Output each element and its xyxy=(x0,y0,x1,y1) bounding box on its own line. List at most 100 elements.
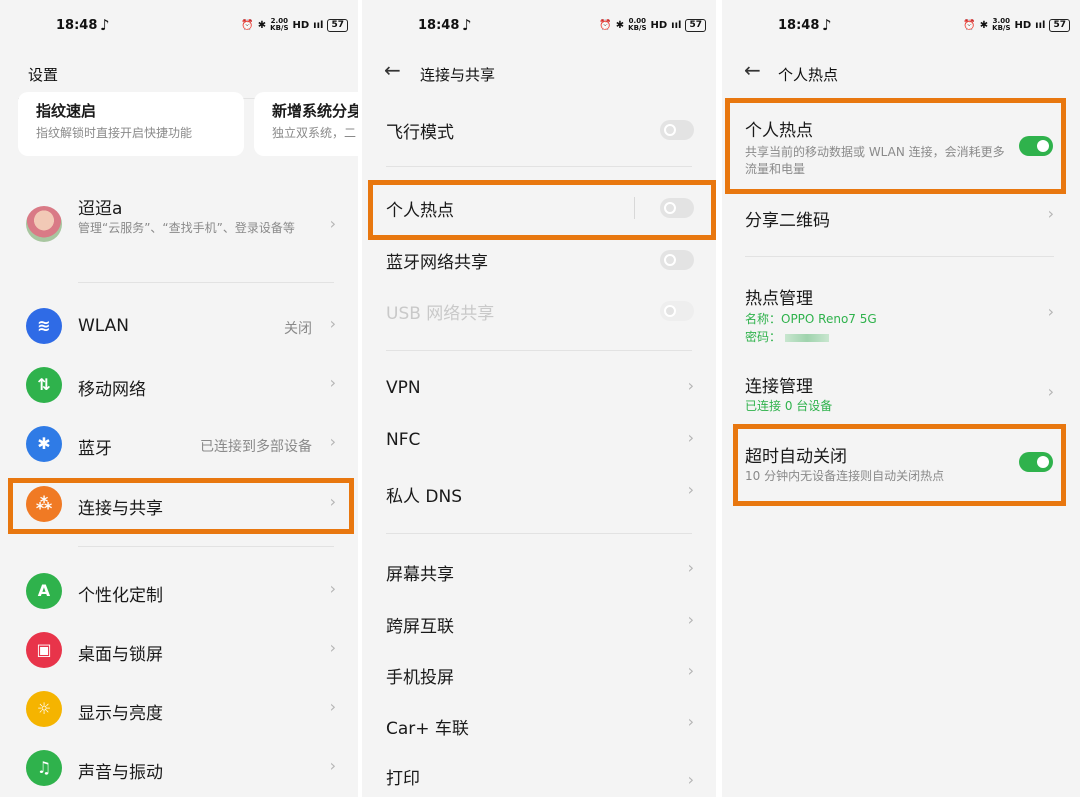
list-item-car-connect[interactable]: Car+ 车联 › xyxy=(362,708,716,744)
settings-item-bluetooth[interactable]: ✱ 蓝牙 已连接到多部设备 › xyxy=(0,426,358,466)
item-label: NFC xyxy=(386,430,421,450)
chevron-right-icon: › xyxy=(329,314,336,333)
page-title: 连接与共享 xyxy=(420,66,496,84)
item-label: 热点管理 xyxy=(745,289,813,309)
list-item-screen-cast[interactable]: 手机投屏 › xyxy=(362,657,716,693)
alarm-icon: ⏰ xyxy=(963,19,976,31)
divider xyxy=(386,533,692,534)
hd-icon: HD xyxy=(1014,19,1032,31)
chevron-right-icon: › xyxy=(687,712,694,731)
item-desc: 10 分钟内无设备连接则自动关闭热点 xyxy=(745,469,945,483)
item-label: 声音与振动 xyxy=(78,763,163,783)
item-label: 跨屏互联 xyxy=(386,617,454,637)
net-speed: 2.00 KB/S xyxy=(270,17,289,32)
chevron-right-icon: › xyxy=(329,373,336,392)
quick-card-dual-system[interactable]: 新增系统分身 独立双系统，二 xyxy=(254,92,358,156)
wifi-icon: ≋ xyxy=(26,308,62,344)
status-bar: 18:48 ♪ ⏰ ✱ 3.00 KB/S HD ııl 57 xyxy=(722,16,1080,38)
connection-manage-row[interactable]: 连接管理 已连接 0 台设备 › xyxy=(722,370,1080,420)
chevron-right-icon: › xyxy=(329,579,336,598)
hotspot-toggle[interactable] xyxy=(660,198,694,218)
qr-share-row[interactable]: 分享二维码 › xyxy=(722,202,1080,238)
alarm-icon: ⏰ xyxy=(241,19,254,31)
personalize-icon: A xyxy=(26,573,62,609)
quick-card-fingerprint[interactable]: 指纹速启 指纹解锁时直接开启快捷功能 xyxy=(18,92,244,156)
hotspot-password: 密码： xyxy=(745,329,830,346)
toggle-row-airplane[interactable]: 飞行模式 xyxy=(362,112,716,148)
usb-tethering-toggle xyxy=(660,301,694,321)
status-icons: ⏰ ✱ 2.00 KB/S HD ııl 57 xyxy=(241,18,348,32)
net-speed: 0.00 KB/S xyxy=(628,17,647,32)
list-item-nfc[interactable]: NFC › xyxy=(362,424,716,460)
status-bar: 18:48 ♪ ⏰ ✱ 0.00 KB/S HD ııl 57 xyxy=(362,16,716,38)
divider xyxy=(78,546,334,547)
brightness-icon: ☼ xyxy=(26,691,62,727)
settings-item-wlan[interactable]: ≋ WLAN 关闭 › xyxy=(0,308,358,348)
sound-icon: ♫ xyxy=(26,750,62,786)
list-item-screen-share[interactable]: 屏幕共享 › xyxy=(362,554,716,590)
airplane-toggle[interactable] xyxy=(660,120,694,140)
bt-tethering-toggle[interactable] xyxy=(660,250,694,270)
settings-item-display[interactable]: ☼ 显示与亮度 › xyxy=(0,691,358,731)
list-item-cross-screen[interactable]: 跨屏互联 › xyxy=(362,606,716,642)
hotspot-toggle[interactable] xyxy=(1019,136,1053,156)
settings-item-connection-sharing[interactable]: ⁂ 连接与共享 › xyxy=(0,486,358,526)
account-row[interactable]: 迢迢a 管理“云服务”、“查找手机”、登录设备等 › xyxy=(0,192,358,264)
back-arrow-icon[interactable]: ← xyxy=(744,58,761,82)
settings-item-mobile[interactable]: ⇅ 移动网络 › xyxy=(0,367,358,407)
header: ← 连接与共享 xyxy=(362,58,716,88)
chevron-right-icon: › xyxy=(1047,382,1054,401)
auto-off-toggle[interactable] xyxy=(1019,452,1053,472)
status-time: 18:48 xyxy=(418,18,460,33)
item-label: 移动网络 xyxy=(78,380,146,400)
divider xyxy=(745,256,1054,257)
signal-icon: ııl xyxy=(313,19,324,31)
back-arrow-icon[interactable]: ← xyxy=(384,58,401,82)
item-label: 蓝牙网络共享 xyxy=(386,253,488,273)
music-note-icon: ♪ xyxy=(822,16,832,34)
status-icons: ⏰ ✱ 0.00 KB/S HD ııl 57 xyxy=(599,18,706,32)
chevron-right-icon: › xyxy=(1047,302,1054,321)
redacted-password xyxy=(785,333,830,342)
status-time: 18:48 xyxy=(778,18,820,33)
chevron-right-icon: › xyxy=(329,756,336,775)
list-item-vpn[interactable]: VPN › xyxy=(362,372,716,408)
item-label: 桌面与锁屏 xyxy=(78,645,163,665)
toggle-row-hotspot[interactable]: 个人热点 xyxy=(362,190,716,226)
toggle-row-usb-tethering: USB 网络共享 xyxy=(362,293,716,329)
signal-icon: ııl xyxy=(1035,19,1046,31)
settings-item-sound[interactable]: ♫ 声音与振动 › xyxy=(0,750,358,790)
chevron-right-icon: › xyxy=(329,492,336,511)
item-label: 个人热点 xyxy=(745,121,813,141)
hotspot-row[interactable]: 个人热点 共享当前的移动数据或 WLAN 连接，会消耗更多流量和电量 xyxy=(722,112,1080,184)
status-bar: 18:48 ♪ ⏰ ✱ 2.00 KB/S HD ııl 57 xyxy=(0,16,358,38)
hd-icon: HD xyxy=(650,19,668,31)
auto-off-row[interactable]: 超时自动关闭 10 分钟内无设备连接则自动关闭热点 xyxy=(722,440,1080,492)
list-item-private-dns[interactable]: 私人 DNS › xyxy=(362,476,716,512)
battery-icon: 57 xyxy=(1049,18,1070,32)
settings-header: 设置 xyxy=(0,58,358,88)
settings-item-personalize[interactable]: A 个性化定制 › xyxy=(0,573,358,613)
wallpaper-icon: ▣ xyxy=(26,632,62,668)
chevron-right-icon: › xyxy=(687,376,694,395)
chevron-right-icon: › xyxy=(687,770,694,789)
status-icons: ⏰ ✱ 3.00 KB/S HD ııl 57 xyxy=(963,18,1070,32)
music-note-icon: ♪ xyxy=(100,16,110,34)
page-title: 设置 xyxy=(28,66,59,84)
toggle-row-bt-tethering[interactable]: 蓝牙网络共享 xyxy=(362,242,716,278)
chevron-right-icon: › xyxy=(1047,204,1054,223)
mobile-data-icon: ⇅ xyxy=(26,367,62,403)
settings-item-wallpaper[interactable]: ▣ 桌面与锁屏 › xyxy=(0,632,358,672)
item-label: 个人热点 xyxy=(386,201,454,221)
chevron-right-icon: › xyxy=(329,638,336,657)
battery-icon: 57 xyxy=(327,18,348,32)
card-desc: 独立双系统，二 xyxy=(272,126,357,140)
avatar xyxy=(26,206,62,242)
list-item-print[interactable]: 打印 › xyxy=(362,758,716,794)
item-label: 打印 xyxy=(386,769,420,789)
hotspot-manage-row[interactable]: 热点管理 名称：OPPO Reno7 5G 密码： › xyxy=(722,282,1080,348)
item-label: 分享二维码 xyxy=(745,211,830,231)
alarm-icon: ⏰ xyxy=(599,19,612,31)
item-label: 连接与共享 xyxy=(78,499,163,519)
page-title: 个人热点 xyxy=(778,66,839,84)
